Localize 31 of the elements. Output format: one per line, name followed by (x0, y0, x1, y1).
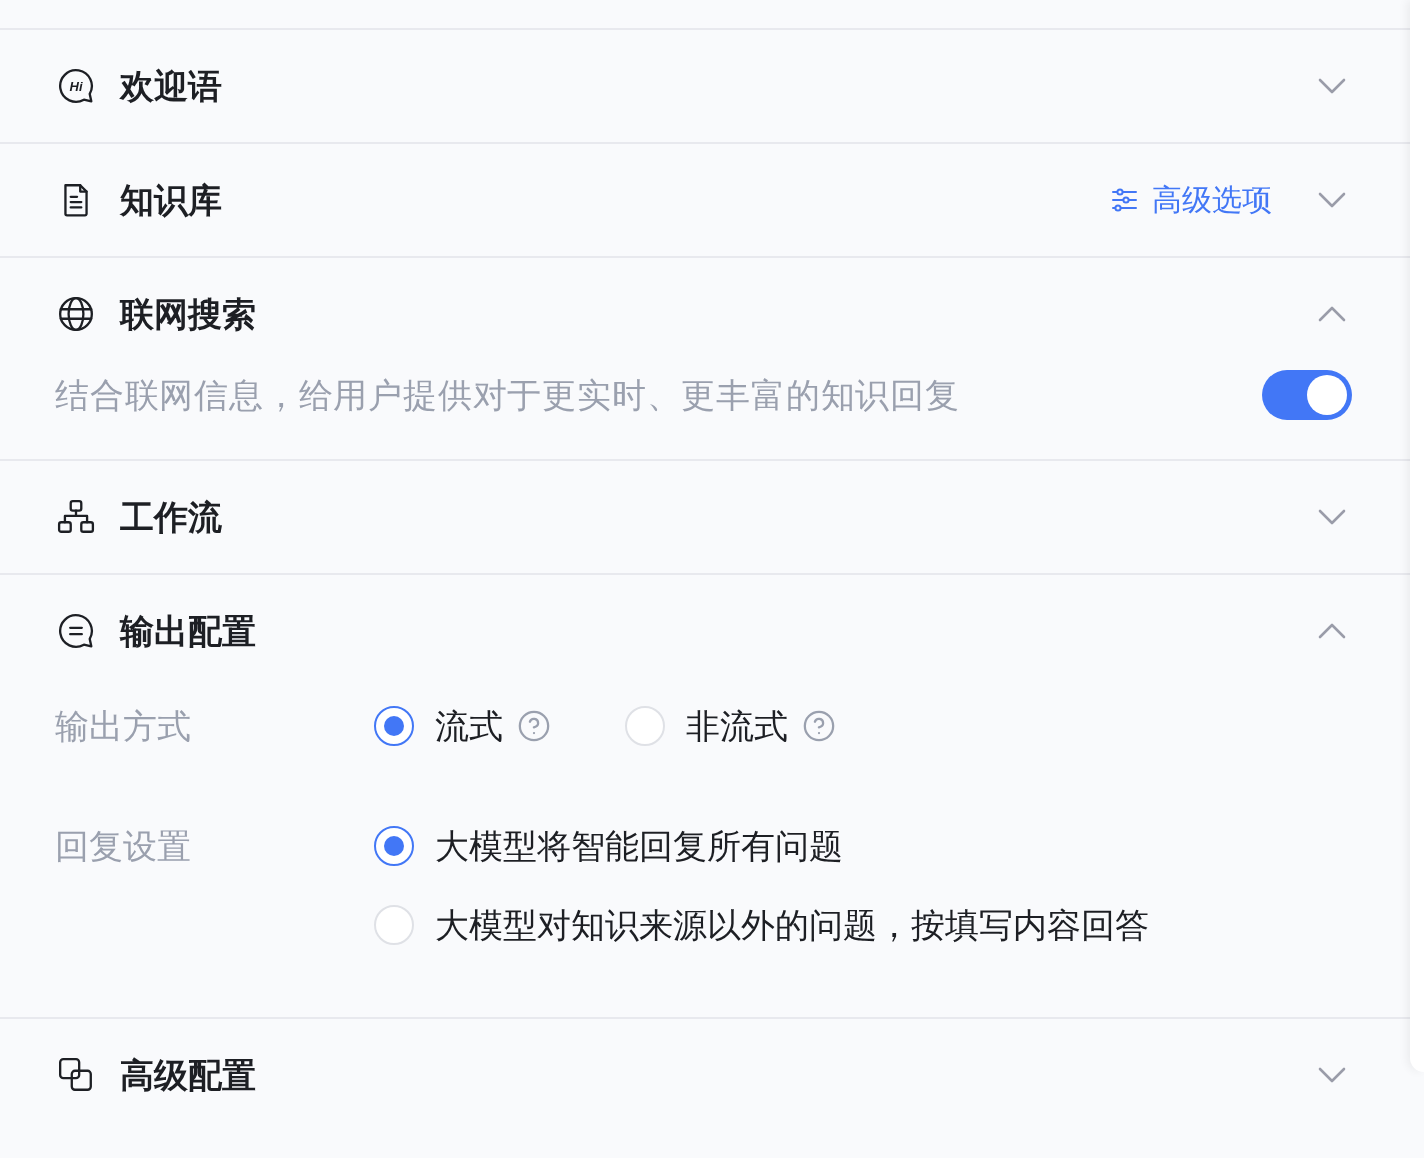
option-label: 大模型将智能回复所有问题 (435, 826, 843, 866)
section-title: 高级配置 (120, 1058, 256, 1092)
field-label: 输出方式 (55, 706, 192, 746)
toggle-switch[interactable] (1262, 370, 1352, 420)
chevron-down-icon[interactable] (1318, 192, 1346, 208)
chevron-down-icon[interactable] (1318, 1067, 1346, 1083)
globe-icon (57, 295, 95, 333)
field-label: 回复设置 (55, 826, 192, 866)
copy-icon (57, 1056, 95, 1094)
radio-button[interactable] (374, 826, 414, 866)
section-title: 工作流 (120, 500, 222, 534)
option-label: 非流式 (686, 706, 788, 746)
chevron-down-icon[interactable] (1318, 509, 1346, 525)
chat-bubble-icon (57, 612, 95, 650)
chevron-down-icon[interactable] (1318, 78, 1346, 94)
hi-speech-bubble-icon: Hi (57, 67, 95, 105)
chevron-up-icon[interactable] (1318, 623, 1346, 639)
help-icon[interactable] (802, 709, 836, 743)
option-label: 流式 (435, 706, 503, 746)
workflow-icon (57, 498, 95, 536)
section-description: 结合联网信息，给用户提供对于更实时、更丰富的知识回复 (55, 378, 960, 412)
section-title: 欢迎语 (120, 69, 222, 103)
section-title: 输出配置 (120, 614, 256, 648)
option-label: 大模型对知识来源以外的问题，按填写内容回答 (435, 905, 1149, 945)
radio-button[interactable] (374, 706, 414, 746)
section-title: 知识库 (120, 183, 222, 217)
advanced-options-link[interactable]: 高级选项 (1111, 185, 1272, 215)
section-title: 联网搜索 (120, 297, 256, 331)
help-icon[interactable] (517, 709, 551, 743)
sliders-icon (1111, 188, 1138, 212)
chevron-up-icon[interactable] (1318, 306, 1346, 322)
